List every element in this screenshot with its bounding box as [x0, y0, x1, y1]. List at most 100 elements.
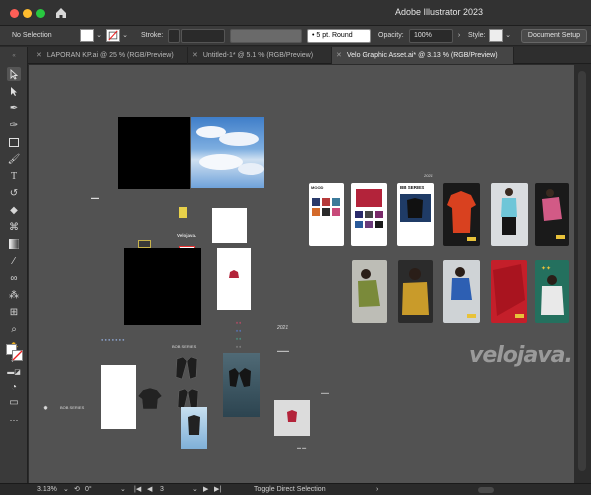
artboard-number[interactable]: 3 [160, 485, 164, 495]
card-cyclist-olive[interactable] [352, 260, 387, 323]
fill-swatch[interactable] [80, 29, 94, 42]
rotation-dropdown-icon[interactable]: ⌄ [120, 485, 126, 495]
vertical-scrollbar[interactable] [574, 65, 591, 483]
collapse-panel-icon[interactable]: « [7, 49, 21, 63]
card-cyclist-green[interactable]: ✦✦ [535, 260, 569, 323]
jersey-mockup-2[interactable] [172, 355, 200, 383]
star-icon: ✸ [43, 406, 49, 412]
eyedropper-tool-icon[interactable]: ⁄ [7, 254, 21, 268]
zoom-tool-icon[interactable]: ⌕ [7, 322, 21, 336]
paintbrush-tool-icon[interactable]: 🖌 [7, 152, 21, 166]
stroke-dropdown[interactable]: ⌄ [120, 29, 130, 43]
zoom-level[interactable]: 3.13% [37, 485, 57, 495]
jersey-grid-icons: ♦ ♦ [236, 320, 242, 325]
black-artboard-1[interactable] [118, 117, 190, 189]
jersey-grid-icons-2: ♦ ♦ [236, 328, 242, 333]
direct-selection-tool-icon[interactable] [7, 84, 21, 98]
horizontal-scroll-thumb[interactable] [478, 487, 494, 493]
edit-toolbar-icon[interactable]: ⋯ [7, 413, 21, 427]
screen-mode-icon[interactable]: ▭ [7, 395, 21, 409]
artboard-canvas[interactable]: ▬▬ Velojava. ● ● ● ● ● ● ● ♦ ♦ ♦ ♦ ♦ ♦ ♦… [29, 65, 574, 483]
photo-poster-small[interactable] [181, 407, 207, 449]
pen-tool-icon[interactable]: ✒ [7, 101, 21, 115]
black-artboard-2[interactable] [124, 248, 201, 325]
type-tool-icon[interactable]: T [7, 169, 21, 183]
year-label-top: 2021 [424, 173, 433, 178]
tab-untitled-1[interactable]: ✕ Untitled-1* @ 5.1 % (RGB/Preview) [188, 47, 332, 64]
card-jersey-catalog[interactable] [351, 183, 387, 246]
curvature-tool-icon[interactable]: ✑ [7, 118, 21, 132]
close-tab-icon[interactable]: ✕ [36, 52, 42, 59]
vertical-scroll-thumb[interactable] [578, 71, 586, 471]
document-tabs: ✕ LAPORAN KP.ai @ 25 % (RGB/Preview) ✕ Unt… [28, 47, 591, 64]
close-tab-icon[interactable]: ✕ [192, 52, 198, 59]
card-mood[interactable]: MOOD [309, 183, 344, 246]
status-menu-icon[interactable]: › [376, 485, 378, 495]
card-cyclist-pink[interactable] [535, 183, 569, 246]
style-dropdown[interactable]: ⌄ [503, 29, 513, 43]
close-tab-icon[interactable]: ✕ [336, 52, 342, 59]
width-tool-icon[interactable]: ⌘ [7, 220, 21, 234]
first-artboard-icon[interactable]: |◀ [134, 485, 141, 495]
rectangle-tool-icon[interactable] [7, 135, 21, 149]
eraser-tool-icon[interactable]: ◆ [7, 203, 21, 217]
card-orange-jersey[interactable] [443, 183, 480, 246]
opacity-input[interactable]: 100% [409, 29, 453, 43]
zoom-dropdown-icon[interactable]: ⌄ [63, 485, 69, 495]
control-bar: No Selection ⌄ ⌄ Stroke: • 5 pt. Round O… [0, 26, 591, 46]
card-cyclist-mustard[interactable] [398, 260, 433, 323]
text-block: ▬▬▬ [277, 348, 289, 353]
blend-tool-icon[interactable]: ∞ [7, 271, 21, 285]
card-red-jersey[interactable] [491, 260, 527, 323]
variable-width-profile[interactable] [230, 29, 302, 43]
stroke-color-indicator[interactable] [12, 350, 23, 361]
card-cyclist-blue[interactable] [443, 260, 480, 323]
card-bb-series[interactable]: BB SERIES [397, 183, 434, 246]
opacity-label: Opacity: [378, 32, 404, 39]
white-artboard-jersey[interactable] [217, 248, 251, 310]
stroke-weight-input[interactable] [181, 29, 225, 43]
svg-text:✦✦: ✦✦ [541, 265, 551, 272]
jersey-thumbnail[interactable] [274, 400, 310, 436]
fill-dropdown[interactable]: ⌄ [94, 29, 104, 43]
small-thumbnail[interactable] [138, 240, 151, 248]
white-artboard-2[interactable] [101, 365, 136, 429]
rotation-icon: ⟲ [74, 486, 80, 493]
selection-tool-icon[interactable] [7, 67, 21, 81]
title-bar: Adobe Illustrator 2023 [0, 0, 591, 26]
brush-definition-select[interactable]: • 5 pt. Round [307, 29, 371, 43]
draw-mode-icon[interactable]: ◔ [7, 380, 21, 394]
previous-artboard-icon[interactable]: ◀ [147, 485, 152, 495]
stroke-swatch[interactable] [106, 29, 120, 42]
opacity-dropdown[interactable]: › [454, 29, 464, 43]
symbol-sprayer-tool-icon[interactable]: ⁂ [7, 288, 21, 302]
document-setup-button[interactable]: Document Setup [521, 29, 587, 43]
photo-artboard-water[interactable] [223, 353, 260, 417]
style-label: Style: [468, 32, 486, 39]
rotate-tool-icon[interactable]: ↺ [7, 186, 21, 200]
graphic-style-swatch[interactable] [489, 29, 503, 42]
sky-photo[interactable] [191, 117, 264, 188]
yellow-swatch[interactable] [179, 207, 187, 218]
selection-status: No Selection [12, 32, 52, 39]
rotation-value[interactable]: 0° [85, 485, 92, 495]
velojava-small-text: Velojava. [177, 233, 197, 238]
velojava-logo: velojava. [469, 343, 573, 368]
gradient-tool-icon[interactable] [7, 237, 21, 251]
bob-series-label-b: BOB SERIES [60, 405, 85, 410]
artboard-tool-icon[interactable]: ⊞ [7, 305, 21, 319]
stroke-stepper[interactable] [168, 29, 180, 43]
next-artboard-icon[interactable]: ▶ [203, 485, 208, 495]
white-artboard-1[interactable] [212, 208, 247, 243]
jersey-grid-icons-3: ♦ ♦ [236, 336, 242, 341]
jersey-mockup-1[interactable] [137, 387, 163, 411]
text-block-2: ▬▬ [321, 390, 329, 395]
small-label: ▬▬ [91, 195, 99, 200]
jersey-grid-icons-4: ♦ ♦ [236, 344, 242, 349]
color-mode-icons[interactable]: ▬◪ [7, 365, 21, 379]
last-artboard-icon[interactable]: ▶| [214, 485, 221, 495]
tab-velo-graphic-asset[interactable]: ✕ Velo Graphic Asset.ai* @ 3.13 % (RGB/Pr… [332, 47, 514, 64]
card-cyclist-light-blue[interactable] [491, 183, 528, 246]
tab-laporan-kp[interactable]: ✕ LAPORAN KP.ai @ 25 % (RGB/Preview) [32, 47, 188, 64]
artboard-dropdown-icon[interactable]: ⌄ [192, 485, 198, 495]
